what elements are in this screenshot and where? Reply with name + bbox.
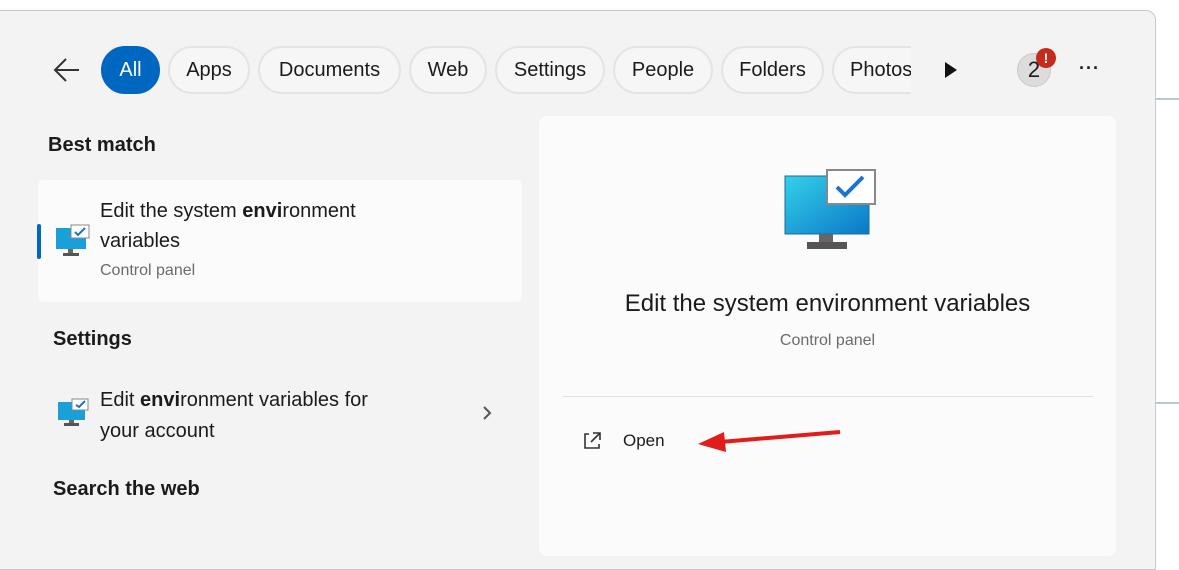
open-external-icon xyxy=(584,432,601,449)
red-arrow-annotation xyxy=(698,430,841,452)
alert-icon: ! xyxy=(1036,48,1056,68)
tab-folders[interactable]: Folders xyxy=(721,46,824,94)
tab-photos[interactable]: Photos xyxy=(832,46,911,94)
more-options-button[interactable]: ··· xyxy=(1079,58,1100,79)
result-title: Edit the system environment xyxy=(100,200,356,222)
settings-item-title: Edit environment variables for xyxy=(100,389,368,411)
control-panel-monitor-icon xyxy=(58,398,89,426)
tab-settings[interactable]: Settings xyxy=(495,46,605,94)
detail-subtitle: Control panel xyxy=(779,332,876,349)
search-web-heading: Search the web xyxy=(53,478,200,500)
result-title-line2: variables xyxy=(100,230,181,252)
settings-item-title-line2: your account xyxy=(100,420,215,442)
settings-heading: Settings xyxy=(53,328,132,350)
best-match-heading: Best match xyxy=(48,134,156,156)
control-panel-monitor-icon xyxy=(784,169,876,249)
open-button[interactable]: Open xyxy=(570,422,690,460)
control-panel-monitor-icon xyxy=(56,224,90,256)
tab-apps[interactable]: Apps xyxy=(168,46,250,94)
chevron-right-icon[interactable] xyxy=(481,405,493,421)
back-button[interactable] xyxy=(52,56,82,84)
divider xyxy=(563,396,1093,397)
arrow-left-icon xyxy=(53,58,79,82)
result-subtitle: Control panel xyxy=(100,262,196,279)
scroll-tabs-button[interactable] xyxy=(940,60,960,85)
play-icon xyxy=(945,62,957,78)
tab-documents[interactable]: Documents xyxy=(258,46,401,94)
open-label: Open xyxy=(623,431,665,450)
tab-web[interactable]: Web xyxy=(409,46,487,94)
detail-title: Edit the system environment variables xyxy=(624,290,1031,317)
tab-all[interactable]: All xyxy=(101,46,160,94)
tab-people[interactable]: People xyxy=(613,46,713,94)
selection-indicator xyxy=(37,224,41,259)
